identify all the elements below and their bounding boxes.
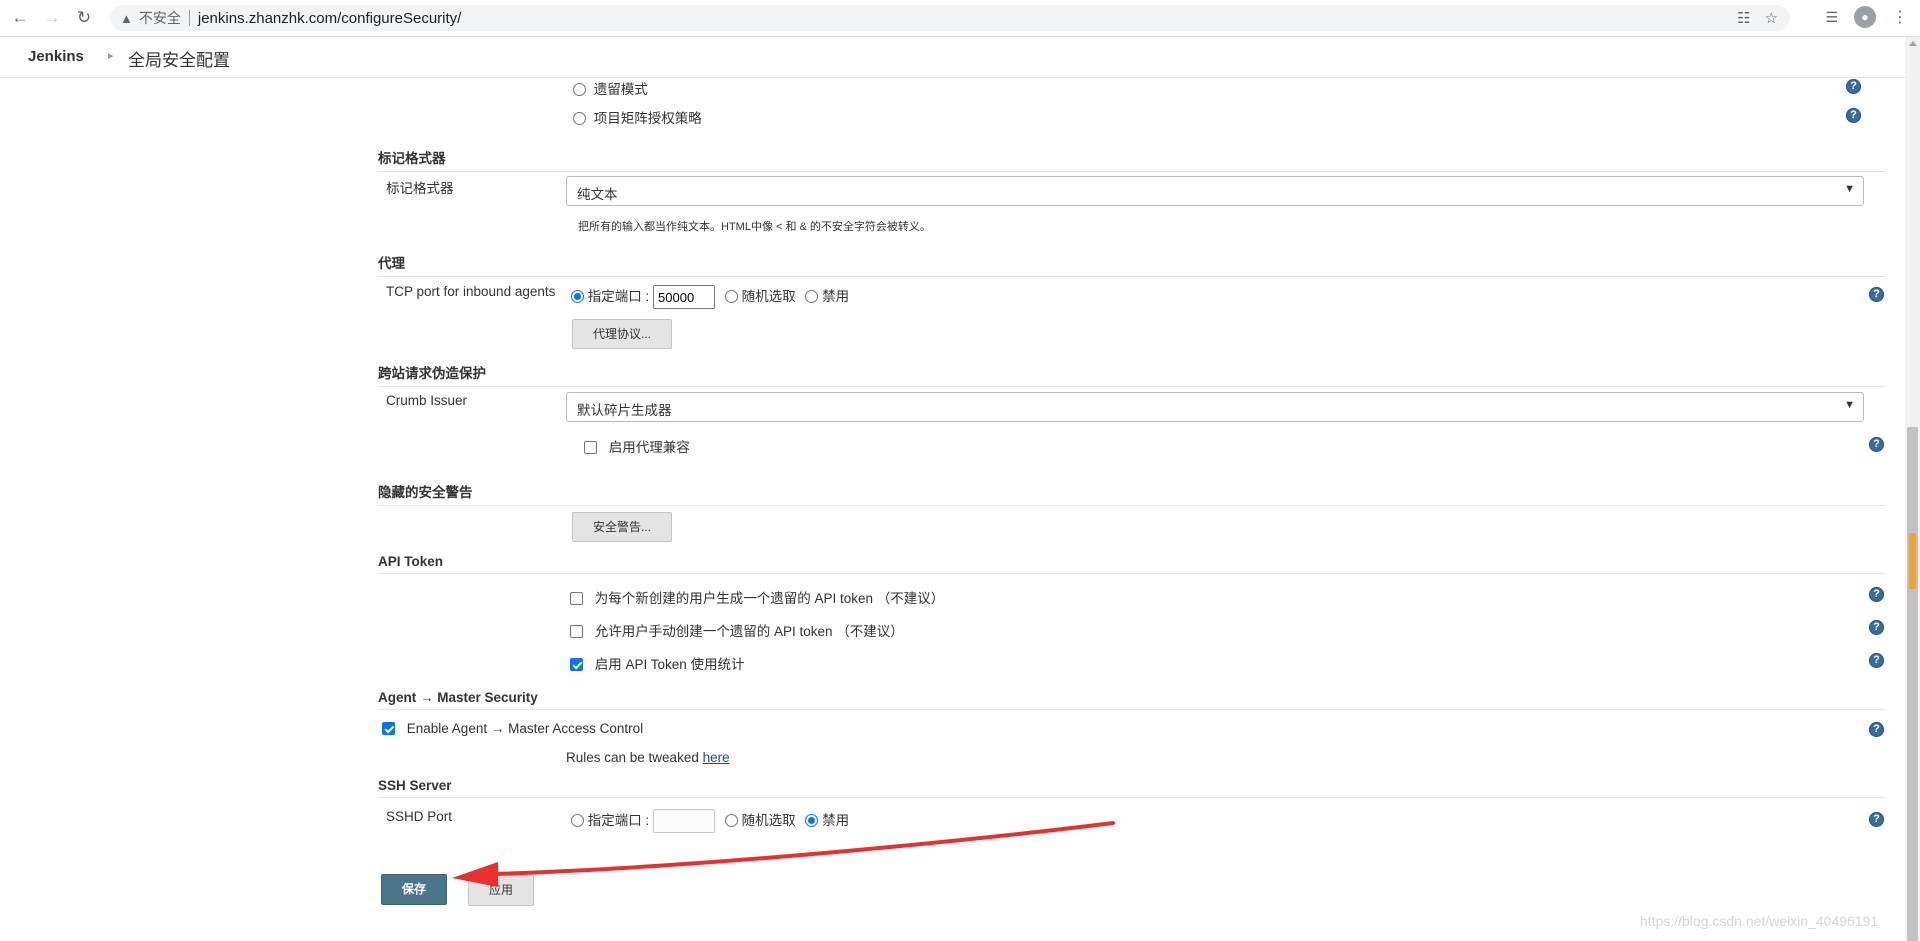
tcp-port-options: 指定端口 : 随机选取 禁用: [571, 285, 850, 310]
security-form: 遗留模式 ? 项目矩阵授权策略 ? 标记格式器 标记格式器 纯文本 ▼ 把所有的…: [0, 0, 1905, 941]
help-icon[interactable]: ?: [1869, 653, 1884, 668]
help-icon[interactable]: ?: [1869, 287, 1884, 302]
tcp-fixed-label: 指定端口 :: [587, 289, 650, 304]
api-token-usage-stats[interactable]: 启用 API Token 使用统计: [570, 653, 745, 673]
api-token-legacy-new-users[interactable]: 为每个新创建的用户生成一个遗留的 API token （不建议）: [570, 587, 944, 607]
section-api-token: API Token: [378, 554, 1885, 574]
api-token-legacy-new-checkbox[interactable]: [570, 592, 583, 605]
scrollbar-thumb[interactable]: [1907, 427, 1918, 941]
scrollbar-highlight: [1909, 533, 1916, 589]
tcp-random-radio[interactable]: [724, 290, 738, 303]
markup-formatter-description: 把所有的输入都当作纯文本。HTML中像 < 和 & 的不安全字符会被转义。: [578, 221, 931, 233]
chevron-down-icon: ▼: [1844, 399, 1855, 411]
tcp-fixed-radio[interactable]: [571, 290, 584, 303]
agent-master-rules-text: Rules can be tweaked: [566, 750, 699, 765]
proxy-compat-label: 启用代理兼容: [608, 440, 690, 455]
crumb-issuer-label: Crumb Issuer: [386, 393, 468, 408]
auth-legacy-option[interactable]: 遗留模式: [573, 78, 648, 98]
api-token-usage-checkbox[interactable]: [570, 658, 583, 671]
tcp-port-label: TCP port for inbound agents: [386, 284, 556, 299]
security-warnings-button[interactable]: 安全警告...: [572, 512, 672, 542]
save-button[interactable]: 保存: [381, 874, 447, 905]
tcp-disable-label: 禁用: [822, 289, 850, 304]
crumb-issuer-select[interactable]: 默认碎片生成器 ▼: [566, 392, 1864, 422]
help-icon[interactable]: ?: [1869, 812, 1884, 827]
section-ssh-server: SSH Server: [378, 778, 1885, 798]
tcp-port-input[interactable]: [653, 285, 716, 310]
agent-master-rules: Rules can be tweaked here: [566, 750, 730, 765]
help-icon[interactable]: ?: [1846, 108, 1861, 123]
help-icon[interactable]: ?: [1846, 79, 1861, 94]
auth-matrix-option[interactable]: 项目矩阵授权策略: [573, 107, 702, 127]
auth-legacy-label: 遗留模式: [593, 82, 648, 97]
section-markup-formatter: 标记格式器: [378, 147, 1885, 172]
api-token-usage-label: 启用 API Token 使用统计: [594, 657, 745, 672]
api-token-manual-legacy[interactable]: 允许用户手动创建一个遗留的 API token （不建议）: [570, 620, 904, 640]
tcp-random-label: 随机选取: [741, 289, 796, 304]
agent-master-enable-option[interactable]: Enable Agent → Master Access Control: [382, 721, 643, 736]
agent-master-rules-link[interactable]: here: [703, 750, 730, 765]
auth-legacy-radio[interactable]: [573, 83, 586, 96]
markup-formatter-select[interactable]: 纯文本 ▼: [566, 176, 1864, 206]
agent-protocols-button[interactable]: 代理协议...: [572, 319, 672, 349]
agent-master-enable-checkbox[interactable]: [382, 722, 395, 735]
help-icon[interactable]: ?: [1869, 437, 1884, 452]
help-icon[interactable]: ?: [1869, 620, 1884, 635]
scroll-up-arrow-icon[interactable]: [1909, 41, 1917, 46]
annotation-arrow: [452, 821, 1115, 887]
chevron-down-icon: ▼: [1844, 183, 1855, 195]
api-token-manual-label: 允许用户手动创建一个遗留的 API token （不建议）: [594, 624, 904, 639]
auth-matrix-label: 项目矩阵授权策略: [593, 111, 702, 126]
section-hidden-warnings: 隐藏的安全警告: [378, 481, 1885, 506]
watermark: https://blog.csdn.net/weixin_40496191: [1640, 913, 1879, 929]
help-icon[interactable]: ?: [1869, 722, 1884, 737]
api-token-manual-checkbox[interactable]: [570, 625, 583, 638]
help-icon[interactable]: ?: [1869, 587, 1884, 602]
proxy-compat-option[interactable]: 启用代理兼容: [584, 436, 690, 456]
crumb-issuer-value: 默认碎片生成器: [577, 403, 672, 418]
agent-master-enable-label: Enable Agent → Master Access Control: [406, 721, 644, 736]
section-agent-master: Agent → Master Security: [378, 690, 1885, 710]
section-agents: 代理: [378, 252, 1885, 277]
page-scrollbar[interactable]: [1905, 37, 1920, 941]
markup-formatter-label: 标记格式器: [386, 181, 454, 196]
annotation-arrow-shaft: [490, 821, 1115, 876]
proxy-compat-checkbox[interactable]: [584, 441, 597, 454]
annotation-arrow-head: [452, 862, 498, 887]
markup-formatter-value: 纯文本: [577, 187, 618, 202]
api-token-legacy-new-label: 为每个新创建的用户生成一个遗留的 API token （不建议）: [594, 591, 945, 606]
section-csrf: 跨站请求伪造保护: [378, 362, 1885, 387]
auth-matrix-radio[interactable]: [573, 112, 586, 125]
tcp-disable-radio[interactable]: [805, 290, 819, 303]
